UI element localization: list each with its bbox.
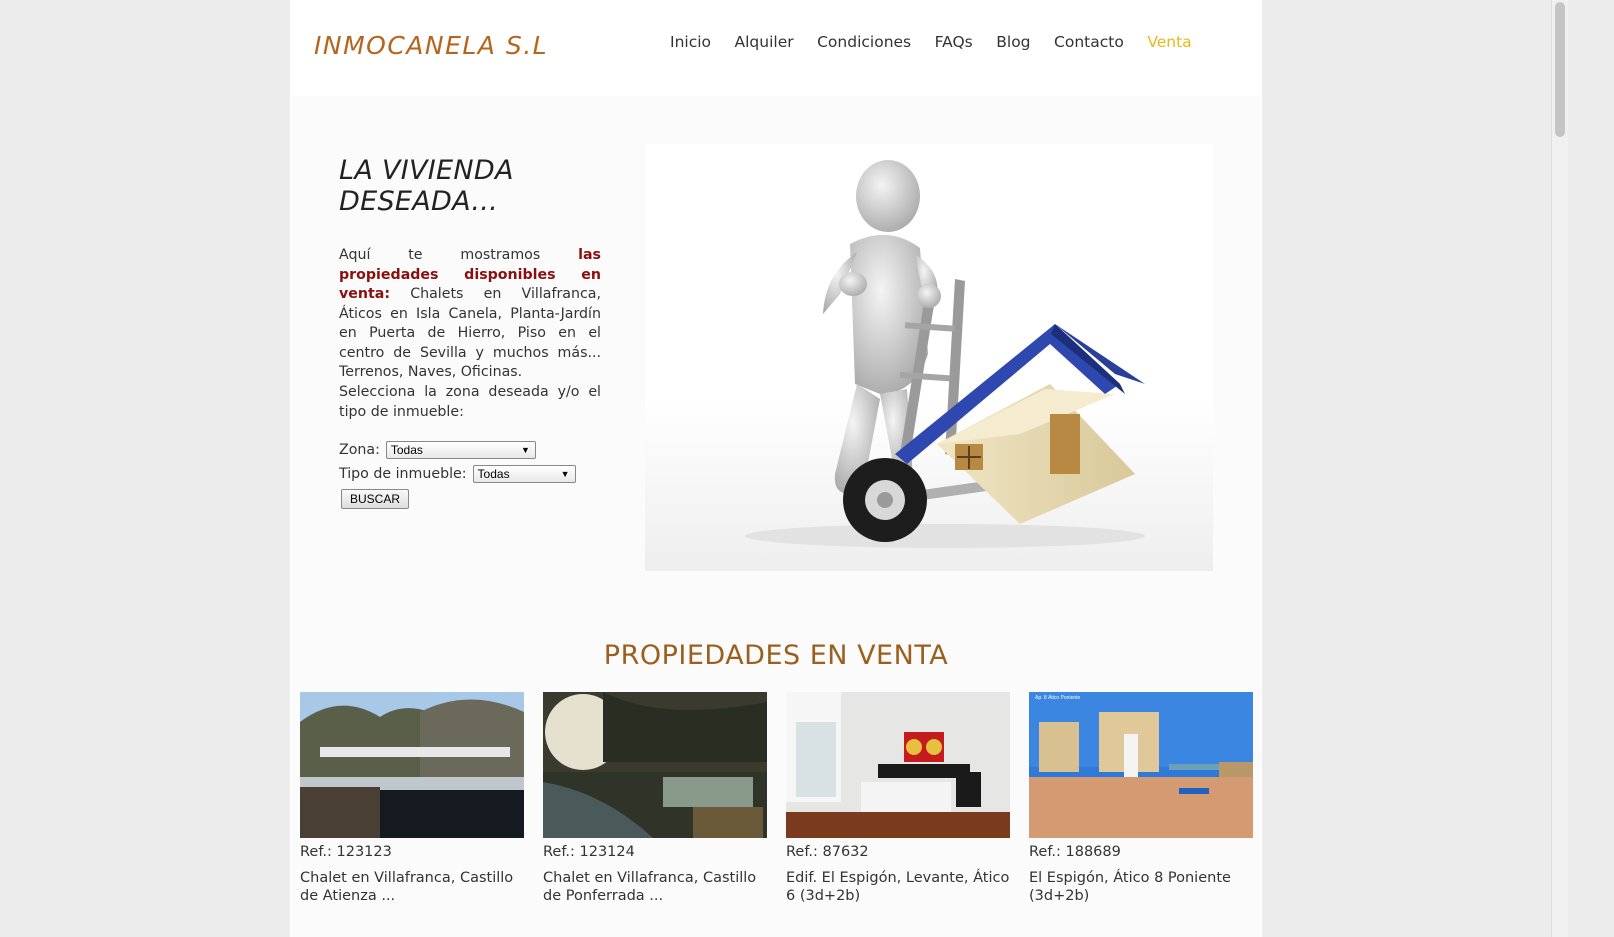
property-photo[interactable]: Ap. 8 Ático Poniente [1029, 692, 1253, 838]
chevron-down-icon: ▼ [560, 469, 570, 479]
property-ref: Ref.: 123124 [543, 844, 635, 860]
nav-alquiler[interactable]: Alquiler [735, 33, 794, 51]
site-header: INMOCANELA S.L Inicio Alquiler Condicion… [290, 0, 1262, 96]
chevron-down-icon: ▼ [520, 445, 530, 455]
nav-venta[interactable]: Venta [1147, 33, 1191, 51]
property-title[interactable]: Chalet en Villafranca, Castillo de Ponfe… [543, 869, 767, 905]
select-prompt: Selecciona la zona deseada y/o el tipo d… [339, 384, 601, 420]
tipo-label: Tipo de inmueble: [339, 466, 467, 482]
main-nav: Inicio Alquiler Condiciones FAQs Blog Co… [670, 33, 1215, 51]
person-moving-house-icon [745, 160, 1145, 548]
property-card[interactable]: Ref.: 123123 Chalet en Villafranca, Cast… [300, 692, 524, 905]
property-photo[interactable] [300, 692, 524, 838]
svg-text:INMOCANELA S.L: INMOCANELA S.L [314, 31, 548, 60]
buscar-button[interactable]: BUSCAR [341, 489, 409, 509]
property-ref: Ref.: 87632 [786, 844, 869, 860]
property-photo[interactable] [543, 692, 767, 838]
property-title[interactable]: Chalet en Villafranca, Castillo de Atien… [300, 869, 524, 905]
hero-title: LA VIVIENDA DESEADA... [339, 155, 514, 217]
scrollbar-thumb[interactable] [1555, 2, 1565, 137]
nav-contacto[interactable]: Contacto [1054, 33, 1124, 51]
hero-title-line2: DESEADA... [339, 186, 499, 217]
section-title: PROPIEDADES EN VENTA [603, 640, 949, 671]
zona-label: Zona: [339, 442, 380, 458]
zona-row: Zona: Todas ▼ [339, 441, 536, 459]
intro-prefix: Aquí te mostramos [339, 247, 579, 263]
property-ref: Ref.: 123123 [300, 844, 392, 860]
tipo-select-value: Todas [477, 467, 510, 481]
property-card[interactable]: Ref.: 123124 Chalet en Villafranca, Cast… [543, 692, 767, 905]
tipo-select[interactable]: Todas ▼ [472, 465, 576, 483]
property-ref: Ref.: 188689 [1029, 844, 1121, 860]
nav-blog[interactable]: Blog [996, 33, 1030, 51]
hero-illustration [645, 144, 1213, 571]
nav-faqs[interactable]: FAQs [935, 33, 973, 51]
property-title[interactable]: El Espigón, Ático 8 Poniente (3d+2b) [1029, 869, 1253, 905]
intro-paragraph: Aquí te mostramos las propiedades dispon… [339, 246, 601, 383]
nav-inicio[interactable]: Inicio [670, 33, 711, 51]
tipo-row: Tipo de inmueble: Todas ▼ [339, 465, 576, 483]
property-title[interactable]: Edif. El Espigón, Levante, Ático 6 (3d+2… [786, 869, 1010, 905]
zona-select[interactable]: Todas ▼ [385, 441, 536, 459]
vertical-scrollbar[interactable] [1551, 0, 1568, 937]
property-photo[interactable] [786, 692, 1010, 838]
page-container: INMOCANELA S.L Inicio Alquiler Condicion… [290, 0, 1262, 937]
photo-caption: Ap. 8 Ático Poniente [1035, 695, 1081, 701]
property-card[interactable]: Ap. 8 Ático Poniente Ref.: 188689 El Esp… [1029, 692, 1253, 905]
nav-condiciones[interactable]: Condiciones [817, 33, 911, 51]
property-card[interactable]: Ref.: 87632 Edif. El Espigón, Levante, Á… [786, 692, 1010, 905]
hero-title-line1: LA VIVIENDA [339, 155, 514, 186]
zona-select-value: Todas [390, 443, 423, 457]
site-logo[interactable]: INMOCANELA S.L [312, 24, 562, 66]
